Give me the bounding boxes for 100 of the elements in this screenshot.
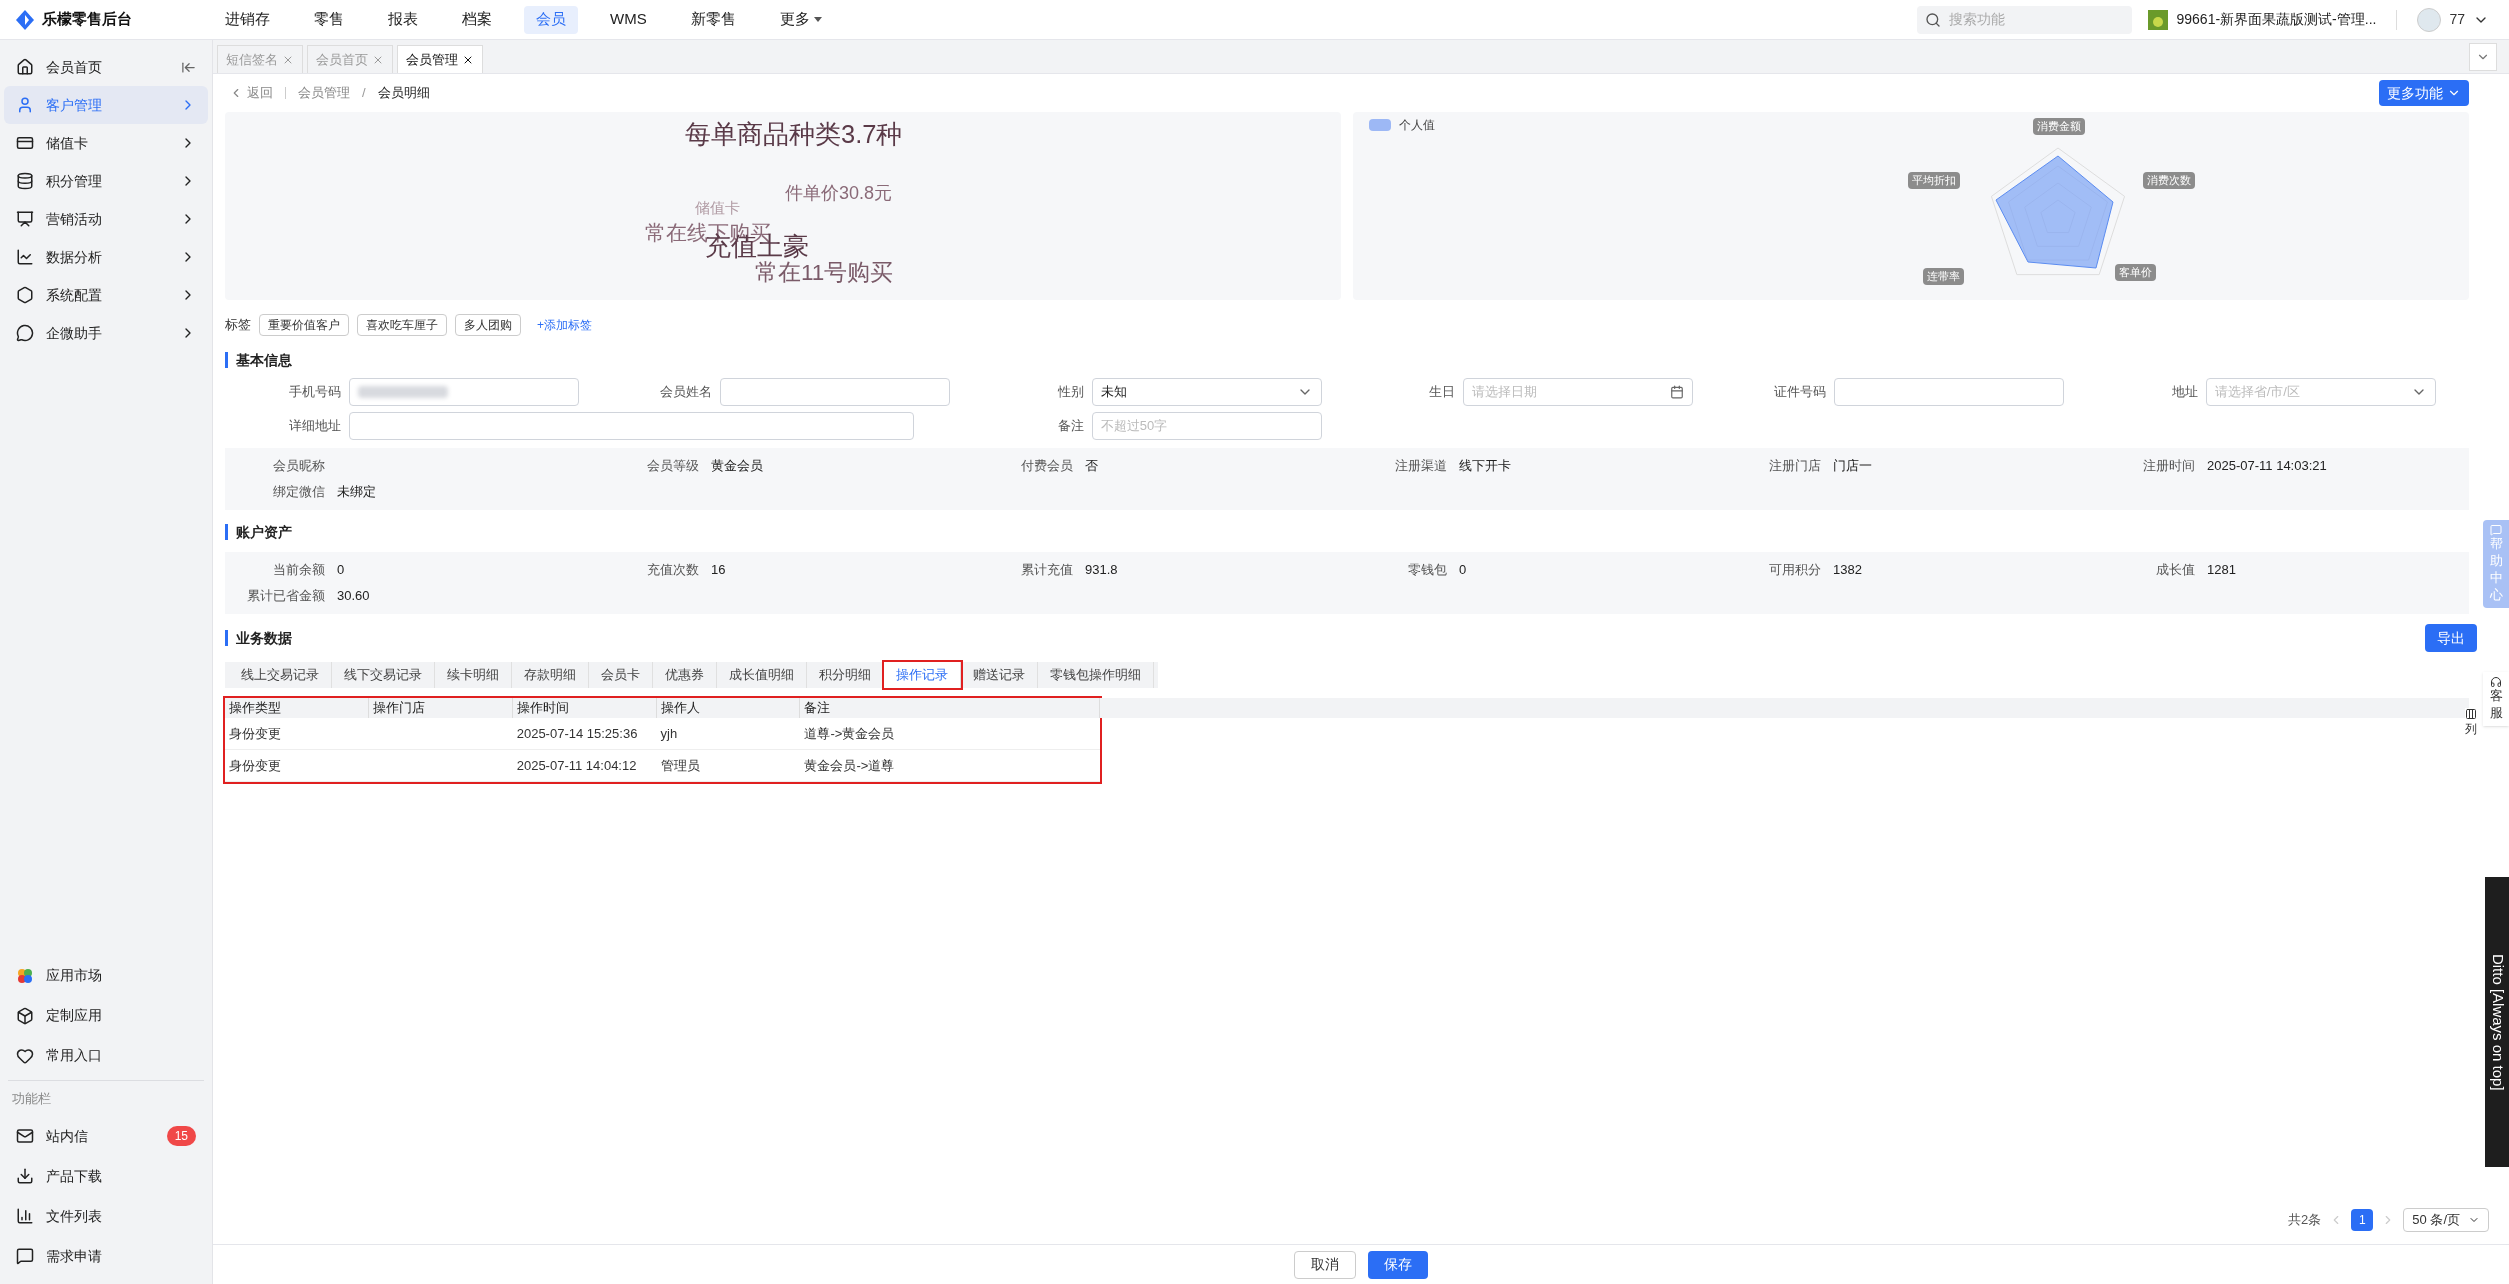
tag[interactable]: 重要价值客户: [259, 314, 349, 336]
sidebar-item[interactable]: 定制应用: [4, 995, 208, 1036]
sidebar-item[interactable]: 客户管理: [4, 86, 208, 124]
info-label: 绑定微信: [272, 483, 325, 502]
table-cell: yjh: [660, 725, 678, 741]
nav-tab[interactable]: WMS: [598, 5, 659, 34]
breadcrumb-item[interactable]: 会员管理: [298, 83, 350, 103]
sidebar-item[interactable]: 站内信 15: [4, 1116, 208, 1156]
field-label: 会员姓名: [659, 383, 713, 402]
section-title: 业务数据: [236, 628, 292, 648]
info-label: 当前余额: [272, 561, 325, 580]
radar-label: 平均折扣: [1908, 172, 1960, 189]
add-tag-link[interactable]: +添加标签: [537, 316, 592, 334]
info-label: 会员昵称: [272, 457, 325, 476]
radar-label: 客单价: [2115, 264, 2156, 281]
sidebar-item[interactable]: 需求申请: [4, 1236, 208, 1276]
info-label: 成长值: [2155, 561, 2195, 580]
data-tab[interactable]: 优惠券: [653, 662, 717, 688]
data-tab[interactable]: 赠送记录: [961, 662, 1038, 688]
phone-field[interactable]: [349, 378, 579, 406]
caret-icon: [813, 17, 822, 22]
data-tab[interactable]: 续卡明细: [435, 662, 512, 688]
overlay-window[interactable]: Ditto [Always on top]: [2485, 877, 2509, 1167]
sidebar-item[interactable]: 营销活动: [4, 200, 208, 238]
cloud-word: 件单价30.8元: [785, 184, 893, 202]
radar-label: 消费金额: [2033, 118, 2085, 135]
sidebar-item[interactable]: 会员首页: [4, 48, 208, 86]
nav-tab[interactable]: 零售: [302, 5, 356, 34]
nav-tab[interactable]: 报表: [376, 5, 430, 34]
info-value: 未绑定: [337, 483, 376, 502]
page-tab[interactable]: 会员管理: [397, 45, 483, 73]
menu-icon: [16, 324, 34, 342]
store-icon: [2148, 9, 2169, 30]
data-tab[interactable]: 线上交易记录: [229, 662, 332, 688]
field-label: 手机号码: [288, 383, 341, 402]
user-name[interactable]: 77: [2449, 9, 2465, 30]
select-field[interactable]: 未知: [1091, 378, 1322, 406]
sidebar-item[interactable]: 企微助手: [4, 314, 208, 352]
columns-icon: [2465, 708, 2477, 720]
sidebar-item[interactable]: 应用市场: [4, 955, 208, 996]
column-header: 操作类型: [225, 698, 369, 718]
section-title: 账户资产: [236, 522, 292, 542]
back-link[interactable]: 返回: [229, 83, 273, 103]
sidebar-item[interactable]: 文件列表: [4, 1196, 208, 1236]
table-cell: 身份变更: [229, 757, 281, 773]
count-badge: 15: [166, 1126, 196, 1146]
info-label: 注册时间: [2142, 457, 2195, 476]
tag[interactable]: 多人团购: [455, 314, 521, 336]
export-button[interactable]: 导出: [2425, 624, 2477, 652]
column-header: 操作门店: [368, 698, 513, 718]
cloud-word: 每单商品种类3.7种: [685, 122, 903, 148]
data-tab[interactable]: 操作记录: [884, 662, 961, 688]
table-cell: 道尊->黄金会员: [804, 725, 895, 741]
table-cell: 黄金会员->道尊: [804, 757, 895, 773]
store-name[interactable]: 99661-新界面果蔬版测试-管理...: [2176, 9, 2377, 30]
tags-label: 标签: [225, 316, 251, 335]
sidebar-item[interactable]: 常用入口: [4, 1035, 208, 1076]
nav-tab[interactable]: 会员: [524, 5, 578, 34]
section-label: 功能栏: [11, 1089, 52, 1108]
info-value: 931.8: [1085, 561, 1118, 580]
data-tab[interactable]: 线下交易记录: [332, 662, 435, 688]
sidebar-item[interactable]: 储值卡: [4, 124, 208, 162]
service-tab[interactable]: 客服: [2483, 672, 2509, 726]
tabs-dropdown[interactable]: [2469, 43, 2497, 71]
section-title: 基本信息: [236, 350, 292, 370]
menu-icon: [16, 134, 34, 152]
avatar[interactable]: [2417, 7, 2442, 32]
data-tab[interactable]: 零钱包操作明细: [1038, 662, 1154, 688]
tag[interactable]: 喜欢吃车厘子: [357, 314, 447, 336]
sidebar-item[interactable]: 积分管理: [4, 162, 208, 200]
input-field[interactable]: [720, 378, 951, 406]
sidebar-item[interactable]: 系统配置: [4, 276, 208, 314]
info-label: 累计充值: [1020, 561, 1073, 580]
input-field[interactable]: [1834, 378, 2065, 406]
page-size-select[interactable]: 50 条/页: [2403, 1208, 2489, 1232]
field-label: 性别: [1056, 383, 1084, 402]
search-icon: [1925, 11, 1942, 28]
info-value: 2025-07-11 14:03:21: [2207, 457, 2327, 476]
nav-tab[interactable]: 进销存: [213, 5, 282, 34]
field-label: 生日: [1428, 383, 1455, 402]
nav-tab[interactable]: 档案: [450, 5, 504, 34]
brand-name: 乐檬零售后台: [42, 9, 132, 30]
column-settings[interactable]: 列: [2465, 708, 2477, 738]
tool-icon: [16, 1207, 34, 1225]
data-tab[interactable]: 存款明细: [512, 662, 589, 688]
cancel-button[interactable]: 取消: [1294, 1250, 1356, 1279]
more-functions-button[interactable]: 更多功能: [2379, 80, 2469, 106]
tool-icon: [16, 1247, 34, 1265]
sidebar-item[interactable]: 产品下载: [4, 1156, 208, 1196]
message-icon: [2490, 524, 2502, 536]
save-button[interactable]: 保存: [1368, 1250, 1428, 1279]
page-button[interactable]: 1: [2351, 1209, 2374, 1231]
sidebar-item[interactable]: 数据分析: [4, 238, 208, 276]
info-label: 注册渠道: [1394, 457, 1447, 476]
data-tab[interactable]: 成长值明细: [717, 662, 807, 688]
radar-label: 消费次数: [2143, 172, 2195, 189]
data-tab[interactable]: 会员卡: [589, 662, 653, 688]
nav-tab[interactable]: 新零售: [678, 5, 748, 34]
nav-tab[interactable]: 更多: [767, 5, 834, 34]
input-field[interactable]: [349, 412, 914, 440]
